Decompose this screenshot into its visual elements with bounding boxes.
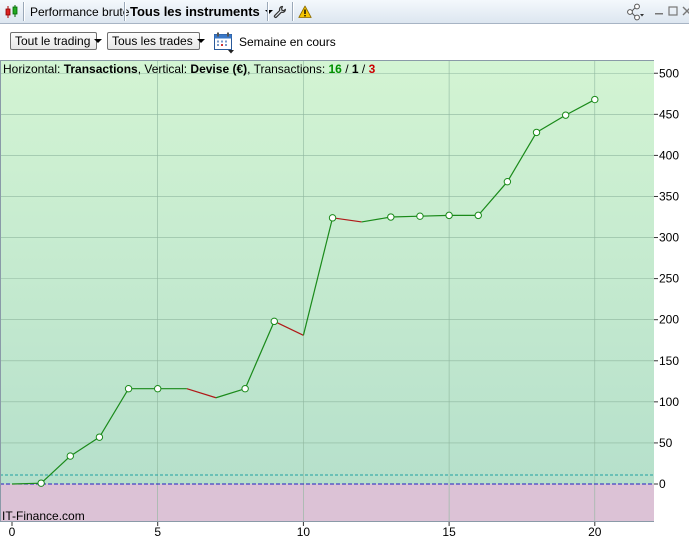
instruments-label: Tous les instruments [130,4,260,19]
y-tick-label: 500 [659,66,679,80]
toolbar-separator [267,2,268,21]
filter-bar [0,24,689,60]
chart-header: Horizontal: Transactions, Vertical: Devi… [3,62,375,76]
chevron-down-icon [264,9,273,14]
close-icon[interactable] [681,4,689,18]
x-tick-label: 20 [588,525,602,536]
toolbar-separator [23,2,24,21]
instruments-dropdown[interactable]: Tous les instruments [130,0,273,23]
losing-trades-count: 3 [368,62,376,76]
x-axis-strip [0,522,689,536]
share-icon[interactable] [625,0,645,23]
warning-icon[interactable] [298,0,312,23]
maximize-icon[interactable] [667,4,679,18]
top-toolbar: Performance brute Tous les instruments [0,0,689,24]
plot-frame [0,60,654,522]
header-slash: / [341,62,352,76]
x-tick-label: 0 [9,525,16,536]
y-tick-label: 250 [659,272,679,286]
x-tick-label: 5 [154,525,161,536]
x-tick-label: 15 [442,525,456,536]
chevron-down-icon [196,39,205,43]
y-tick-label: 100 [659,395,679,409]
winning-trades-count: 16 [328,62,342,76]
x-tick-label: 10 [297,525,311,536]
trade-filter-dropdown[interactable]: Tous les trades [107,32,205,50]
minimize-icon[interactable] [653,4,665,18]
y-tick-label: 200 [659,313,679,327]
trading-scope-label: Tout le trading [15,34,91,48]
performance-label: Performance brute [30,4,130,19]
header-mid: , Vertical: [137,62,191,76]
period-label: Semaine en cours [239,35,336,49]
neutral-trades-count: 1 [351,62,359,76]
trading-scope-dropdown[interactable]: Tout le trading [10,32,103,50]
chevron-down-icon [94,39,103,43]
y-tick-label: 300 [659,231,679,245]
header-prefix: Horizontal: [3,62,64,76]
y-tick-label: 400 [659,148,679,162]
toolbar-separator [292,2,293,21]
header-slash: / [358,62,369,76]
toolbar-separator [124,2,125,21]
header-tx-label: , Transactions: [247,62,329,76]
y-tick-label: 50 [659,436,673,450]
vertical-axis-value: Devise (€) [190,62,248,76]
wrench-icon[interactable] [273,0,287,23]
y-tick-label: 450 [659,107,679,121]
y-tick-label: 150 [659,354,679,368]
watermark: IT-Finance.com [2,509,85,523]
trade-filter-label: Tous les trades [112,34,193,48]
y-tick-label: 350 [659,189,679,203]
performance-brute-button[interactable]: Performance brute [30,0,129,23]
calendar-icon[interactable] [213,32,235,54]
candlestick-chart-icon[interactable] [4,0,20,23]
y-axis-strip [654,60,689,536]
horizontal-axis-value: Transactions [63,62,138,76]
y-tick-label: 0 [659,477,666,491]
